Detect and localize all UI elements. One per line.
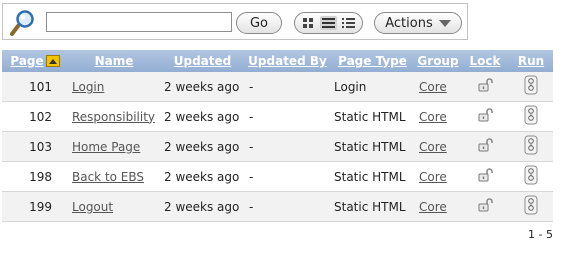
unlocked-padlock-icon[interactable] — [477, 197, 493, 213]
table-row: 198 Back to EBS 2 weeks ago - Static HTM… — [2, 161, 553, 192]
page-number-cell: 101 — [2, 72, 68, 102]
page-name-link[interactable]: Back to EBS — [72, 170, 144, 184]
group-cell: Core — [415, 72, 461, 102]
run-page-icon[interactable] — [524, 105, 538, 125]
run-cell — [509, 191, 553, 222]
updated-cell: 2 weeks ago — [160, 191, 245, 222]
icon-view-button[interactable] — [300, 16, 316, 30]
page-name-link[interactable]: Responsibility — [72, 110, 155, 124]
detail-view-icon — [342, 18, 356, 28]
grid-view-icon — [302, 18, 313, 28]
group-link[interactable]: Core — [419, 80, 447, 94]
table-row: 102 Responsibility 2 weeks ago - Static … — [2, 101, 553, 132]
page-name-link[interactable]: Home Page — [72, 140, 140, 154]
sort-link-updated-by[interactable]: Updated By — [248, 54, 327, 68]
page-type-cell: Static HTML — [330, 131, 415, 162]
unlocked-padlock-icon[interactable] — [477, 137, 493, 153]
column-header-page[interactable]: Page — [2, 50, 68, 72]
column-header-updated[interactable]: Updated — [160, 50, 245, 72]
sort-link-lock[interactable]: Lock — [470, 54, 501, 68]
updated-cell: 2 weeks ago — [160, 101, 245, 132]
page-type-cell: Login — [330, 72, 415, 102]
report-view-icon — [321, 18, 335, 28]
run-page-icon[interactable] — [524, 165, 538, 185]
updated-cell: 2 weeks ago — [160, 72, 245, 102]
group-link[interactable]: Core — [419, 110, 447, 124]
column-header-group[interactable]: Group — [415, 50, 461, 72]
name-cell: Login — [68, 72, 160, 102]
group-cell: Core — [415, 161, 461, 192]
page-number-cell: 102 — [2, 101, 68, 132]
sort-link-name[interactable]: Name — [95, 54, 134, 68]
updated-by-cell: - — [245, 131, 330, 162]
run-cell — [509, 101, 553, 132]
report-view-button[interactable] — [320, 16, 337, 30]
group-cell: Core — [415, 101, 461, 132]
group-link[interactable]: Core — [419, 200, 447, 214]
run-page-icon[interactable] — [524, 195, 538, 215]
name-cell: Responsibility — [68, 101, 160, 132]
search-toolbar: Go Actions — [2, 3, 468, 40]
group-cell: Core — [415, 191, 461, 222]
table-row: 101 Login 2 weeks ago - Login Core — [2, 72, 553, 102]
group-link[interactable]: Core — [419, 140, 447, 154]
run-page-icon[interactable] — [524, 75, 538, 95]
column-header-page-type[interactable]: Page Type — [330, 50, 415, 72]
name-cell: Back to EBS — [68, 161, 160, 192]
sort-link-run[interactable]: Run — [518, 54, 544, 68]
updated-by-cell: - — [245, 191, 330, 222]
column-header-run[interactable]: Run — [509, 50, 553, 72]
name-cell: Home Page — [68, 131, 160, 162]
lock-cell — [461, 161, 509, 192]
run-page-icon[interactable] — [524, 135, 538, 155]
search-input[interactable] — [46, 12, 232, 32]
updated-cell: 2 weeks ago — [160, 131, 245, 162]
unlocked-padlock-icon[interactable] — [477, 77, 493, 93]
column-header-updated-by[interactable]: Updated By — [245, 50, 330, 72]
column-header-name[interactable]: Name — [68, 50, 160, 72]
actions-label: Actions — [385, 15, 433, 31]
sort-link-group[interactable]: Group — [417, 54, 458, 68]
chevron-down-icon — [438, 20, 451, 27]
actions-menu-button[interactable]: Actions — [374, 12, 462, 34]
page-number-cell: 103 — [2, 131, 68, 162]
page-number-cell: 198 — [2, 161, 68, 192]
run-cell — [509, 161, 553, 192]
page-name-link[interactable]: Logout — [72, 200, 113, 214]
search-icon[interactable] — [9, 9, 37, 37]
page-type-cell: Static HTML — [330, 161, 415, 192]
table-header-row: Page Name Updated Updated By Page Type G… — [2, 50, 553, 72]
table-row: 103 Home Page 2 weeks ago - Static HTML … — [2, 131, 553, 162]
lock-cell — [461, 131, 509, 162]
go-button[interactable]: Go — [236, 12, 282, 34]
name-cell: Logout — [68, 191, 160, 222]
updated-cell: 2 weeks ago — [160, 161, 245, 192]
table-row: 199 Logout 2 weeks ago - Static HTML Cor… — [2, 191, 553, 222]
run-cell — [509, 131, 553, 162]
page-type-cell: Static HTML — [330, 101, 415, 132]
page-type-cell: Static HTML — [330, 191, 415, 222]
lock-cell — [461, 101, 509, 132]
sort-link-page[interactable]: Page — [10, 54, 43, 68]
group-link[interactable]: Core — [419, 170, 447, 184]
column-header-lock[interactable]: Lock — [461, 50, 509, 72]
group-cell: Core — [415, 131, 461, 162]
run-cell — [509, 72, 553, 102]
updated-by-cell: - — [245, 72, 330, 102]
lock-cell — [461, 191, 509, 222]
updated-by-cell: - — [245, 101, 330, 132]
pages-report-table: Page Name Updated Updated By Page Type G… — [2, 50, 553, 222]
page-number-cell: 199 — [2, 191, 68, 222]
sort-ascending-icon[interactable] — [45, 55, 60, 67]
sort-link-page-type[interactable]: Page Type — [338, 54, 407, 68]
pagination-range: 1 - 5 — [528, 228, 553, 241]
detail-view-button[interactable] — [341, 16, 357, 30]
sort-link-updated[interactable]: Updated — [174, 54, 232, 68]
unlocked-padlock-icon[interactable] — [477, 107, 493, 123]
view-mode-switcher — [294, 12, 363, 34]
updated-by-cell: - — [245, 161, 330, 192]
lock-cell — [461, 72, 509, 102]
unlocked-padlock-icon[interactable] — [477, 167, 493, 183]
page-name-link[interactable]: Login — [72, 80, 104, 94]
